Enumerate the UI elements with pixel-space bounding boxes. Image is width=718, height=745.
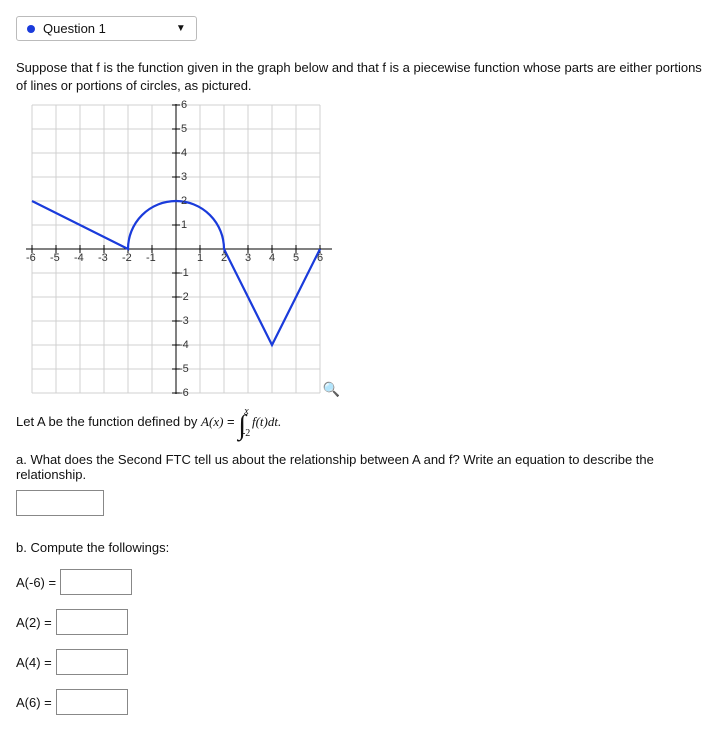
defn-integrand: f(t)dt. bbox=[252, 414, 281, 429]
question-selector[interactable]: Question 1 ▼ bbox=[16, 16, 197, 41]
row-a-6: A(6) = bbox=[16, 689, 702, 715]
defn-eq: = bbox=[227, 414, 238, 429]
x-tick: 2 bbox=[221, 252, 227, 264]
y-tick: 5 bbox=[181, 123, 187, 135]
x-tick: 4 bbox=[269, 252, 275, 264]
y-tick: 1 bbox=[181, 219, 187, 231]
y-tick: 6 bbox=[181, 99, 187, 111]
input-a-neg6[interactable] bbox=[60, 569, 132, 595]
row-a-neg6: A(-6) = bbox=[16, 569, 702, 595]
x-tick: 5 bbox=[293, 252, 299, 264]
question-selector-label: Question 1 bbox=[43, 21, 106, 36]
part-a-input[interactable] bbox=[16, 490, 104, 516]
x-tick: -2 bbox=[122, 252, 132, 264]
row-a-4: A(4) = bbox=[16, 649, 702, 675]
y-tick: -6 bbox=[179, 387, 189, 399]
y-tick: -1 bbox=[179, 267, 189, 279]
magnify-icon[interactable]: 🔍 bbox=[323, 381, 340, 398]
y-tick: -2 bbox=[179, 291, 189, 303]
problem-prompt: Suppose that f is the function given in … bbox=[16, 59, 702, 94]
graph-svg bbox=[16, 104, 336, 394]
part-b-text: b. Compute the followings: bbox=[16, 540, 702, 555]
x-tick: 6 bbox=[317, 252, 323, 264]
label-a-neg6: A(-6) = bbox=[16, 575, 56, 590]
row-a-2: A(2) = bbox=[16, 609, 702, 635]
status-dot bbox=[27, 25, 35, 33]
label-a-6: A(6) = bbox=[16, 695, 52, 710]
x-tick: -3 bbox=[98, 252, 108, 264]
label-a-4: A(4) = bbox=[16, 655, 52, 670]
y-tick: -3 bbox=[179, 315, 189, 327]
defn-lead: Let A be the function defined by bbox=[16, 414, 201, 429]
label-a-2: A(2) = bbox=[16, 615, 52, 630]
x-tick: -5 bbox=[50, 252, 60, 264]
y-tick: -4 bbox=[179, 339, 189, 351]
x-tick: -6 bbox=[26, 252, 36, 264]
x-tick: 1 bbox=[197, 252, 203, 264]
input-a-2[interactable] bbox=[56, 609, 128, 635]
integral-icon: ∫-2x bbox=[238, 414, 252, 429]
chevron-down-icon: ▼ bbox=[176, 23, 186, 34]
defn-fn: A(x) bbox=[201, 414, 223, 429]
y-tick: 4 bbox=[181, 147, 187, 159]
input-a-6[interactable] bbox=[56, 689, 128, 715]
part-a-text: a. What does the Second FTC tell us abou… bbox=[16, 452, 702, 482]
input-a-4[interactable] bbox=[56, 649, 128, 675]
y-tick: 2 bbox=[181, 195, 187, 207]
x-tick: -4 bbox=[74, 252, 84, 264]
y-tick: -5 bbox=[179, 363, 189, 375]
function-graph: -6 -5 -4 -3 -2 -1 1 2 3 4 5 6 1 2 3 4 5 … bbox=[16, 104, 336, 394]
x-tick: 3 bbox=[245, 252, 251, 264]
x-tick: -1 bbox=[146, 252, 156, 264]
y-tick: 3 bbox=[181, 171, 187, 183]
definition-line: Let A be the function defined by A(x) = … bbox=[16, 406, 702, 442]
